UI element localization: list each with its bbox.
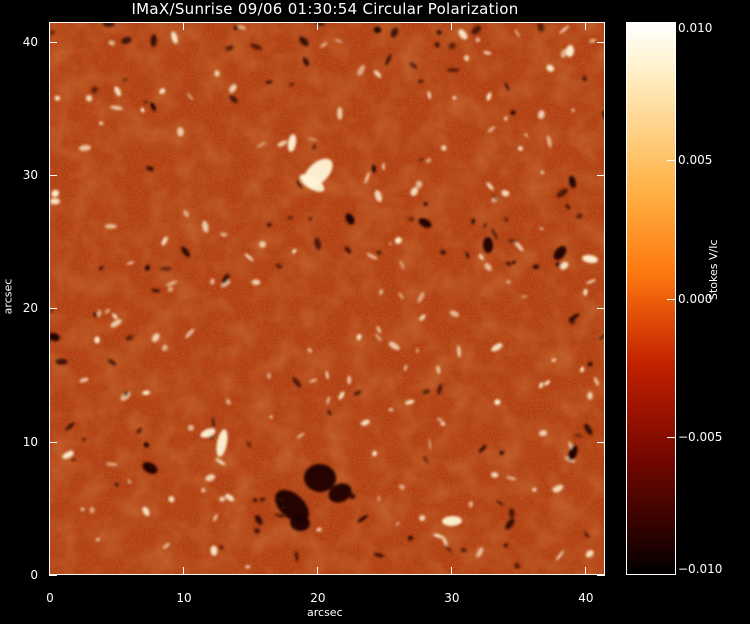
x-tick-bottom	[316, 567, 318, 575]
positive-patch	[587, 392, 593, 400]
positive-patch	[347, 375, 352, 385]
polarization-map-image	[50, 23, 604, 574]
polarization-map	[49, 22, 605, 575]
y-tick-right	[597, 41, 605, 43]
y-tick-right	[597, 175, 605, 177]
y-tick-left	[49, 308, 57, 310]
x-tick-bottom	[49, 567, 50, 575]
x-tick-top	[182, 22, 184, 30]
y-tick-right	[597, 575, 605, 576]
x-tick-bottom	[182, 567, 184, 575]
y-tick-label: 10	[22, 434, 38, 449]
x-tick-label: 20	[310, 591, 326, 605]
y-tick-left	[49, 441, 57, 443]
x-tick-label: 40	[578, 591, 594, 605]
colorbar-tick	[667, 574, 676, 575]
colorbar-tick	[667, 298, 676, 300]
colorbar-tick-label: −0.010	[678, 562, 723, 576]
negative-patch	[159, 266, 172, 271]
x-tick-bottom	[584, 567, 586, 575]
colorbar-tick	[667, 22, 676, 23]
y-tick-label: 0	[30, 568, 38, 582]
colorbar-tick-label: −0.005	[678, 429, 723, 444]
x-tick-label: 30	[444, 591, 460, 605]
negative-patch	[286, 216, 294, 220]
image-title: IMaX/Sunrise 09/06 01:30:54 Circular Pol…	[131, 0, 519, 18]
x-tick-top	[316, 22, 318, 30]
x-tick-bottom	[450, 567, 452, 575]
colorbar-tick-label: 0.005	[678, 153, 713, 168]
y-tick-left	[49, 575, 57, 576]
x-tick-top	[450, 22, 452, 30]
y-axis-label: arcsec	[1, 278, 15, 315]
x-axis-label: arcsec	[307, 606, 343, 619]
colorbar-tick	[667, 436, 676, 438]
positive-patch	[251, 279, 261, 286]
x-tick-top	[49, 22, 50, 30]
y-tick-label: 40	[22, 34, 38, 49]
field-grain	[50, 23, 604, 574]
x-tick-top	[584, 22, 586, 30]
y-tick-label: 20	[22, 301, 38, 316]
y-tick-label: 30	[22, 168, 38, 183]
colorbar-label: Stokes V/Ic	[707, 239, 720, 300]
y-tick-right	[597, 308, 605, 310]
x-tick-label: 0	[46, 591, 54, 605]
y-tick-left	[49, 175, 57, 177]
y-tick-left	[49, 41, 57, 43]
x-tick-label: 10	[176, 591, 192, 605]
colorbar-tick-label: 0.010	[678, 21, 713, 35]
positive-patch	[503, 116, 508, 121]
positive-patch	[104, 224, 117, 229]
y-tick-right	[597, 441, 605, 443]
colorbar-tick	[667, 160, 676, 162]
